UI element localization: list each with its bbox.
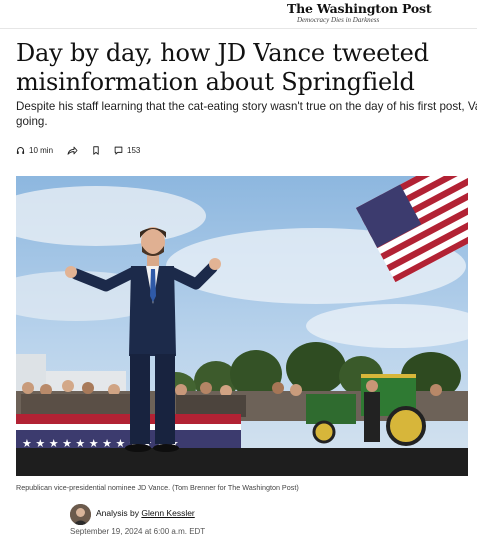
subheadline-line-1: Despite his staff learning that the cat-… bbox=[16, 100, 477, 113]
byline: Analysis by Glenn Kessler bbox=[96, 508, 195, 518]
bookmark-icon bbox=[93, 145, 99, 155]
masthead: The Washington Post Democracy Dies in Da… bbox=[0, 0, 477, 29]
lead-photo[interactable]: ★ ★ ★ ★ ★ ★ ★ ★ ★ ★ ★ ★ bbox=[16, 176, 468, 476]
article-subheadline: Despite his staff learning that the cat-… bbox=[16, 99, 477, 129]
comment-count: 153 bbox=[127, 145, 141, 155]
bookmark-button[interactable] bbox=[92, 145, 100, 155]
comments-button[interactable]: 153 bbox=[114, 146, 140, 155]
stage bbox=[16, 448, 468, 476]
subheadline-line-2: going. bbox=[16, 115, 48, 128]
author-link[interactable]: Glenn Kessler bbox=[141, 508, 194, 518]
byline-prefix: Analysis by bbox=[96, 508, 139, 518]
article-headline: Day by day, how JD Vance tweeted misinfo… bbox=[16, 39, 476, 97]
author-photo bbox=[70, 504, 91, 525]
headline-line-1: Day by day, how JD Vance tweeted bbox=[16, 39, 429, 67]
headphones-icon bbox=[16, 146, 25, 154]
listen-button[interactable]: 10 min bbox=[16, 146, 53, 155]
photo-caption: Republican vice-presidential nominee JD … bbox=[16, 483, 299, 492]
lead-photo-image: ★ ★ ★ ★ ★ ★ ★ ★ ★ ★ ★ ★ bbox=[16, 176, 468, 476]
share-button[interactable] bbox=[67, 146, 78, 155]
listen-duration: 10 min bbox=[29, 145, 54, 155]
washington-post-logo[interactable]: The Washington Post bbox=[287, 1, 432, 16]
author-avatar[interactable] bbox=[70, 504, 91, 525]
publish-date: September 19, 2024 at 6:00 a.m. EDT bbox=[70, 527, 206, 536]
headline-line-2: misinformation about Springfield bbox=[16, 68, 415, 96]
share-icon bbox=[67, 146, 78, 155]
comment-icon bbox=[114, 146, 123, 155]
article-toolbar: 10 min 153 bbox=[16, 143, 154, 157]
masthead-tagline: Democracy Dies in Darkness bbox=[297, 16, 380, 24]
